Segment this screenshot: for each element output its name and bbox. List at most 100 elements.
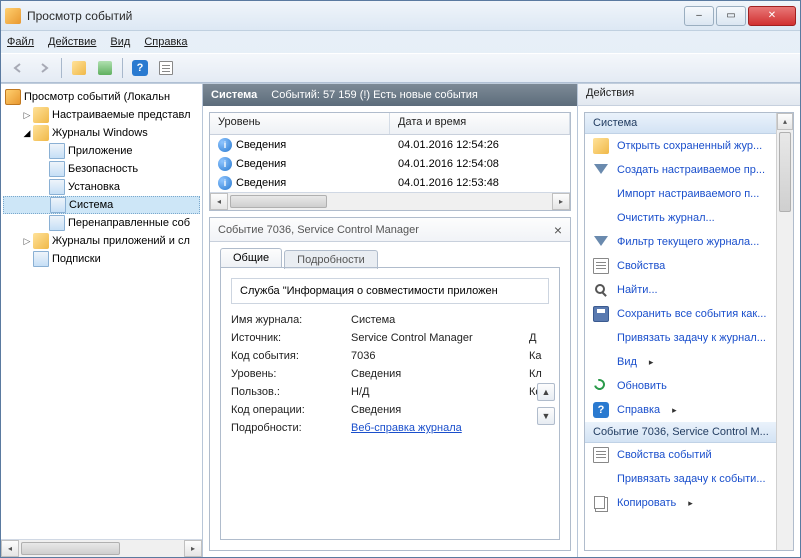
refresh-icon	[593, 378, 609, 394]
action-clear-log[interactable]: Очистить журнал...	[585, 206, 793, 230]
minimize-button[interactable]: –	[684, 6, 714, 26]
log-icon	[49, 143, 65, 159]
actions-panel: Действия Система▲ Открыть сохраненный жу…	[578, 84, 800, 557]
view-icon	[593, 354, 609, 370]
filter-icon	[593, 162, 609, 178]
tree-forwarded[interactable]: Перенаправленные соб	[3, 214, 200, 232]
import-icon	[593, 186, 609, 202]
tree-horizontal-scrollbar[interactable]: ◂ ▸	[1, 539, 202, 557]
menubar: Файл Действие Вид Справка	[1, 31, 800, 53]
navigation-tree[interactable]: Просмотр событий (Локальн ▷Настраиваемые…	[1, 84, 202, 539]
action-save-all-events[interactable]: Сохранить все события как...	[585, 302, 793, 326]
actions-group-system[interactable]: Система▲	[585, 113, 793, 134]
scroll-up-button[interactable]: ▴	[777, 113, 793, 130]
titlebar[interactable]: Просмотр событий – ▭ ✕	[1, 1, 800, 31]
chevron-right-icon: ▸	[672, 405, 677, 416]
action-filter-log[interactable]: Фильтр текущего журнала...	[585, 230, 793, 254]
action-open-saved-log[interactable]: Открыть сохраненный жур...	[585, 134, 793, 158]
column-date[interactable]: Дата и время	[390, 113, 570, 134]
back-button[interactable]	[7, 57, 29, 79]
event-description: Служба "Информация о совместимости прило…	[231, 278, 549, 304]
menu-action[interactable]: Действие	[48, 36, 96, 48]
action-help[interactable]: ?Справка▸	[585, 398, 793, 422]
properties-icon	[593, 258, 609, 274]
events-header-count: Событий: 57 159 (!) Есть новые события	[271, 89, 478, 101]
action-find[interactable]: Найти...	[585, 278, 793, 302]
column-level[interactable]: Уровень	[210, 113, 390, 134]
close-detail-button[interactable]: ×	[554, 222, 562, 238]
clear-icon	[593, 210, 609, 226]
info-icon: i	[218, 138, 232, 152]
detail-title: Событие 7036, Service Control Manager	[218, 224, 419, 236]
forward-button[interactable]	[33, 57, 55, 79]
scroll-thumb[interactable]	[230, 195, 327, 208]
list-horizontal-scrollbar[interactable]: ◂ ▸	[210, 192, 570, 210]
scroll-left-button[interactable]: ◂	[1, 540, 19, 557]
tree-root[interactable]: Просмотр событий (Локальн	[3, 88, 200, 106]
next-event-button[interactable]: ▼	[537, 407, 555, 425]
event-list[interactable]: Уровень Дата и время iСведения 04.01.201…	[209, 112, 571, 211]
panes-button[interactable]	[155, 57, 177, 79]
event-list-header[interactable]: Уровень Дата и время	[210, 113, 570, 135]
menu-file[interactable]: Файл	[7, 36, 34, 48]
action-refresh[interactable]: Обновить	[585, 374, 793, 398]
log-icon	[49, 215, 65, 231]
event-row[interactable]: iСведения 04.01.2016 12:54:26	[210, 135, 570, 154]
actions-body: Система▲ Открыть сохраненный жур... Созд…	[584, 112, 794, 551]
event-detail-panel: Событие 7036, Service Control Manager × …	[209, 217, 571, 551]
properties-button[interactable]	[94, 57, 116, 79]
scroll-right-button[interactable]: ▸	[184, 540, 202, 557]
properties-icon	[593, 447, 609, 463]
actions-group-event[interactable]: Событие 7036, Service Control M...▲	[585, 422, 793, 443]
event-viewer-window: Просмотр событий – ▭ ✕ Файл Действие Вид…	[0, 0, 801, 558]
log-icon	[49, 179, 65, 195]
action-view[interactable]: Вид▸	[585, 350, 793, 374]
tree-application[interactable]: Приложение	[3, 142, 200, 160]
folder-icon	[33, 107, 49, 123]
help-button[interactable]: ?	[129, 57, 151, 79]
save-icon	[593, 306, 609, 322]
scroll-thumb[interactable]	[21, 542, 120, 555]
action-attach-task-event[interactable]: Привязать задачу к событи...	[585, 467, 793, 491]
close-button[interactable]: ✕	[748, 6, 796, 26]
events-header: Система Событий: 57 159 (!) Есть новые с…	[203, 84, 577, 106]
menu-help[interactable]: Справка	[144, 36, 187, 48]
tree-apps-services[interactable]: ▷Журналы приложений и сл	[3, 232, 200, 250]
action-properties[interactable]: Свойства	[585, 254, 793, 278]
event-row[interactable]: iСведения 04.01.2016 12:53:48	[210, 173, 570, 192]
show-hide-tree-button[interactable]	[68, 57, 90, 79]
web-help-link[interactable]: Веб-справка журнала	[351, 422, 462, 434]
scroll-left-button[interactable]: ◂	[210, 193, 228, 210]
expand-icon[interactable]: ▷	[21, 110, 33, 121]
action-attach-task[interactable]: Привязать задачу к журнал...	[585, 326, 793, 350]
tree-subscriptions[interactable]: Подписки	[3, 250, 200, 268]
tree-system[interactable]: Система	[3, 196, 200, 214]
task-icon	[593, 471, 609, 487]
actions-header: Действия	[578, 84, 800, 106]
log-icon	[50, 197, 66, 213]
window-title: Просмотр событий	[27, 9, 684, 23]
collapse-icon[interactable]: ◢	[21, 128, 33, 139]
action-create-custom-view[interactable]: Создать настраиваемое пр...	[585, 158, 793, 182]
maximize-button[interactable]: ▭	[716, 6, 746, 26]
detail-body: Служба "Информация о совместимости прило…	[220, 267, 560, 540]
menu-view[interactable]: Вид	[110, 36, 130, 48]
action-copy[interactable]: Копировать▸	[585, 491, 793, 515]
expand-icon[interactable]: ▷	[21, 236, 33, 247]
scroll-right-button[interactable]: ▸	[552, 193, 570, 210]
tree-setup[interactable]: Установка	[3, 178, 200, 196]
prev-event-button[interactable]: ▲	[537, 383, 555, 401]
scroll-thumb[interactable]	[779, 132, 791, 212]
log-icon	[33, 251, 49, 267]
action-import-custom-view[interactable]: Импорт настраиваемого п...	[585, 182, 793, 206]
copy-icon	[593, 495, 609, 511]
tab-general[interactable]: Общие	[220, 248, 282, 267]
tree-security[interactable]: Безопасность	[3, 160, 200, 178]
actions-vertical-scrollbar[interactable]: ▴	[776, 113, 793, 550]
find-icon	[593, 282, 609, 298]
tree-windows-logs[interactable]: ◢Журналы Windows	[3, 124, 200, 142]
event-row[interactable]: iСведения 04.01.2016 12:54:08	[210, 154, 570, 173]
tree-custom-views[interactable]: ▷Настраиваемые представл	[3, 106, 200, 124]
action-event-properties[interactable]: Свойства событий	[585, 443, 793, 467]
chevron-right-icon: ▸	[688, 498, 693, 509]
